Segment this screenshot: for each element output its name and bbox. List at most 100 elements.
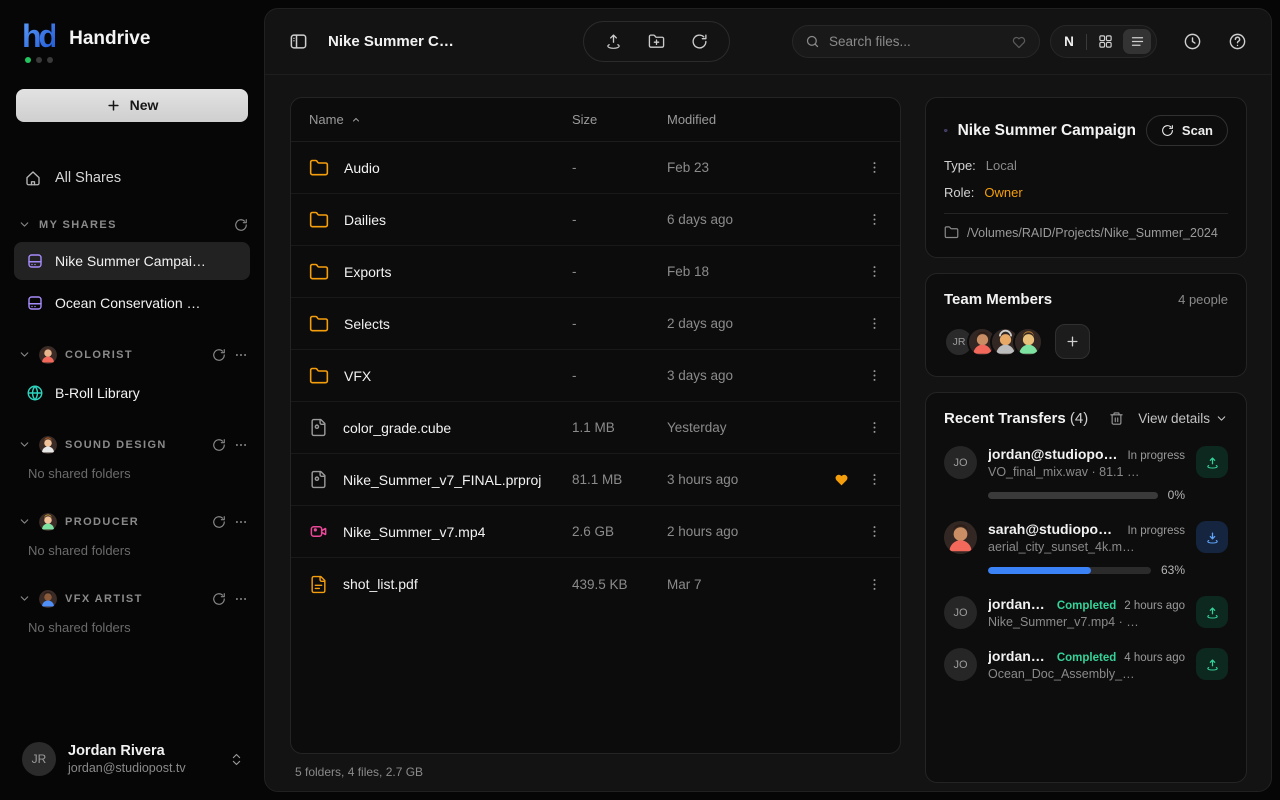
refresh-icon[interactable] [212, 438, 226, 452]
progress-percent: 63% [1160, 563, 1185, 577]
sidebar-toggle-button[interactable] [289, 32, 308, 51]
share-label: B-Roll Library [55, 384, 140, 401]
table-row-color-grade-cube[interactable]: color_grade.cube 1.1 MB Yesterday [291, 402, 900, 454]
refresh-icon[interactable] [212, 515, 226, 529]
section-sound-design[interactable]: SOUND DESIGN [14, 428, 250, 462]
table-row-mp4[interactable]: Nike_Summer_v7.mp4 2.6 GB 2 hours ago [291, 506, 900, 558]
upload-button[interactable] [605, 33, 622, 50]
refresh-icon[interactable] [212, 592, 226, 606]
upload-transfer-button[interactable] [1196, 648, 1228, 680]
transfer-time: 4 hours ago [1124, 652, 1185, 664]
list-view-button[interactable] [1123, 29, 1151, 54]
row-menu-icon[interactable] [867, 368, 882, 383]
type-label: Type: [944, 158, 976, 173]
row-menu-icon[interactable] [867, 524, 882, 539]
column-modified[interactable]: Modified [667, 112, 810, 127]
upload-transfer-button[interactable] [1196, 596, 1228, 628]
chevron-down-icon [20, 222, 29, 227]
table-row-pdf[interactable]: shot_list.pdf 439.5 KB Mar 7 [291, 558, 900, 610]
more-icon[interactable] [234, 515, 248, 529]
upload-transfer-button[interactable] [1196, 446, 1228, 478]
pdf-icon [311, 575, 326, 593]
transfer-user: jordan@studiopost.tv [988, 446, 1120, 462]
transfer-avatar: JO [944, 596, 977, 629]
add-member-button[interactable] [1055, 324, 1090, 359]
more-icon[interactable] [234, 438, 248, 452]
sidebar-item-ocean-conservation[interactable]: Ocean Conservation … [14, 284, 250, 322]
more-icon[interactable] [234, 592, 248, 606]
team-count: 4 people [1178, 292, 1228, 307]
team-title: Team Members [944, 291, 1053, 308]
table-row-vfx[interactable]: VFX - 3 days ago [291, 350, 900, 402]
more-icon[interactable] [234, 348, 248, 362]
sidebar-item-all-shares[interactable]: All Shares [14, 160, 250, 196]
row-menu-icon[interactable] [867, 472, 882, 487]
colorist-avatar [39, 345, 57, 364]
member-avatar-3[interactable] [1013, 326, 1043, 357]
transfer-file: aerial_city_sunset_4k.m… [988, 540, 1135, 554]
section-vfx-artist[interactable]: VFX ARTIST [14, 582, 250, 616]
row-menu-icon[interactable] [867, 212, 882, 227]
account-switcher[interactable]: JR Jordan Rivera jordan@studiopost.tv [14, 728, 250, 800]
refresh-icon[interactable] [212, 348, 226, 362]
share-label: Nike Summer Campai… [55, 252, 206, 269]
table-row-exports[interactable]: Exports - Feb 18 [291, 246, 900, 298]
globe-icon [27, 385, 43, 401]
folder-icon [309, 263, 329, 279]
view-details-button[interactable]: View details [1138, 411, 1228, 426]
folder-icon [309, 211, 329, 227]
row-menu-icon[interactable] [867, 420, 882, 435]
clear-transfers-icon[interactable] [1109, 411, 1124, 426]
scan-button[interactable]: Scan [1145, 115, 1228, 146]
grid-view-button[interactable] [1091, 29, 1119, 54]
handrive-logo: hd [22, 19, 58, 63]
help-icon [1229, 33, 1246, 50]
new-folder-button[interactable] [648, 33, 665, 50]
refresh-icon[interactable] [234, 218, 248, 232]
row-menu-icon[interactable] [867, 577, 882, 592]
section-colorist[interactable]: COLORIST [14, 338, 250, 372]
search-input[interactable] [829, 34, 1002, 49]
column-size[interactable]: Size [572, 112, 667, 127]
app-title: Handrive [69, 28, 151, 49]
vfx-artist-avatar [39, 589, 57, 608]
transfer-item: JO jordan@st… Completed 4 hours ago Ocea… [944, 648, 1228, 681]
role-header: VFX ARTIST [65, 592, 143, 605]
transfer-avatar: JO [944, 648, 977, 681]
column-name[interactable]: Name [309, 112, 572, 127]
new-button[interactable]: New [16, 88, 248, 122]
chevron-down-icon [20, 596, 29, 601]
transfer-user: sarah@studiopost.tv [988, 521, 1120, 537]
table-row-selects[interactable]: Selects - 2 days ago [291, 298, 900, 350]
favorite-heart-icon[interactable] [833, 471, 850, 488]
chevron-down-icon [1217, 416, 1226, 421]
row-menu-icon[interactable] [867, 160, 882, 175]
view-toggle-group: N [1050, 25, 1157, 58]
refresh-button[interactable] [691, 33, 708, 50]
row-menu-icon[interactable] [867, 316, 882, 331]
transfer-file: Nike_Summer_v7.mp4 · … [988, 615, 1139, 629]
sidebar-item-broll-library[interactable]: B-Roll Library [14, 374, 250, 412]
download-transfer-button[interactable] [1196, 521, 1228, 553]
empty-folders-note: No shared folders [28, 542, 131, 558]
chevron-down-icon [20, 352, 29, 357]
sidebar-item-nike-summer[interactable]: Nike Summer Campai… [14, 241, 250, 280]
transfer-item: JO jordan@studiopost.tv In progress VO_f… [944, 446, 1228, 502]
table-row-prproj[interactable]: Nike_Summer_v7_FINAL.prproj 81.1 MB 3 ho… [291, 454, 900, 506]
help-button[interactable] [1228, 32, 1247, 51]
table-row-dailies[interactable]: Dailies - 6 days ago [291, 194, 900, 246]
activity-history-button[interactable] [1183, 32, 1202, 51]
table-row-audio[interactable]: Audio - Feb 23 [291, 142, 900, 194]
file-count-status: 5 folders, 4 files, 2.7 GB [295, 765, 424, 779]
upload-icon [1206, 457, 1218, 468]
row-menu-icon[interactable] [867, 264, 882, 279]
role-header: PRODUCER [65, 515, 140, 528]
section-producer[interactable]: PRODUCER [14, 505, 250, 539]
role-label: Role: [944, 185, 975, 200]
favorites-filter-icon[interactable] [1011, 34, 1027, 50]
sort-key-button[interactable]: N [1056, 34, 1082, 49]
file-actions-group [583, 21, 730, 62]
section-my-shares[interactable]: MY SHARES [14, 210, 250, 240]
transfers-count: (4) [1069, 410, 1089, 427]
plus-icon [1067, 336, 1078, 347]
